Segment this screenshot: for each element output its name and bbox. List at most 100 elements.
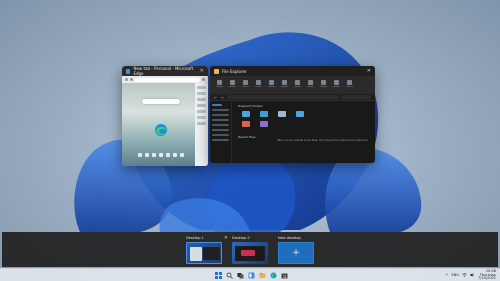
quick-link-tile[interactable] — [159, 153, 163, 157]
search-field[interactable] — [341, 95, 371, 99]
close-icon[interactable]: ✕ — [200, 68, 204, 74]
input-language-indicator[interactable]: ENG — [452, 273, 460, 277]
forward-arrow-icon[interactable]: → — [220, 95, 223, 100]
system-tray: ^ ENG 10:08 Thursday 7/15/2021 — [445, 269, 496, 281]
ribbon-button[interactable] — [345, 80, 354, 90]
wifi-icon[interactable] — [462, 273, 468, 278]
desktop-folder-icon[interactable] — [242, 111, 250, 117]
music-folder-icon[interactable] — [242, 121, 250, 127]
nav-item[interactable] — [212, 119, 229, 121]
explorer-content: Frequent folders Recent files After you'… — [232, 101, 375, 163]
ribbon-button[interactable] — [267, 80, 276, 90]
ribbon-button[interactable] — [228, 80, 237, 90]
quick-link-tile[interactable] — [152, 153, 156, 157]
ribbon-button[interactable] — [332, 80, 341, 90]
feed-item[interactable] — [197, 86, 206, 89]
desktop-1-preview[interactable] — [186, 242, 222, 264]
nav-item[interactable] — [212, 129, 229, 131]
ribbon-button[interactable] — [293, 80, 302, 90]
mini-window-content — [241, 250, 255, 256]
feed-item[interactable] — [197, 104, 206, 107]
store-icon[interactable] — [281, 272, 288, 279]
ribbon-button[interactable] — [241, 80, 250, 90]
explorer-ribbon — [210, 76, 375, 94]
folder-icon — [214, 68, 219, 74]
quick-link-tile[interactable] — [166, 153, 170, 157]
quick-links — [138, 153, 184, 157]
edge-titlebar[interactable]: New tab - Personal - Microsoft Edge ✕ — [122, 66, 208, 76]
new-desktop-label: New desktop — [278, 236, 301, 240]
taskbar-pinned-apps — [215, 272, 288, 279]
address-bar[interactable] — [135, 77, 200, 82]
documents-folder-icon[interactable] — [278, 111, 286, 117]
desktop-1-label: Desktop 1 — [186, 236, 204, 240]
nav-item[interactable] — [212, 134, 229, 136]
search-icon[interactable] — [226, 272, 233, 279]
nav-item[interactable] — [212, 139, 229, 141]
new-desktop-tile[interactable]: + — [278, 242, 314, 264]
edge-window-title: New tab - Personal - Microsoft Edge — [133, 66, 194, 76]
ribbon-button[interactable] — [215, 80, 224, 90]
task-view-desktop-strip: Desktop 1 ✕ Desktop 2 New desktop + — [2, 232, 498, 267]
desktop-2-preview[interactable] — [232, 242, 268, 264]
mini-window — [190, 247, 202, 261]
nav-item[interactable] — [212, 124, 229, 126]
feed-item[interactable] — [197, 122, 206, 125]
back-icon[interactable] — [125, 78, 128, 81]
web-search-box[interactable] — [142, 99, 180, 104]
downloads-folder-icon[interactable] — [260, 111, 268, 117]
frequent-folders-row-2 — [242, 121, 369, 127]
nav-item[interactable] — [212, 104, 222, 106]
explorer-window-title: File Explorer — [222, 68, 247, 74]
quick-link-tile[interactable] — [173, 153, 177, 157]
plus-icon: + — [292, 247, 300, 258]
edge-toolbar — [122, 76, 208, 83]
edge-icon[interactable] — [270, 272, 277, 279]
edge-feed-sidebar — [195, 83, 208, 166]
path-field[interactable] — [226, 95, 338, 99]
ribbon-button[interactable] — [306, 80, 315, 90]
new-tab-page — [122, 83, 195, 166]
frequent-folders-heading: Frequent folders — [238, 104, 263, 108]
feed-item[interactable] — [197, 110, 206, 113]
ribbon-button[interactable] — [280, 80, 289, 90]
videos-folder-icon[interactable] — [260, 121, 268, 127]
close-icon[interactable]: ✕ — [367, 68, 371, 74]
settings-icon[interactable] — [202, 78, 205, 81]
nav-item[interactable] — [212, 114, 229, 116]
explorer-address-bar: ← → — [210, 94, 375, 101]
widgets-icon[interactable] — [248, 272, 255, 279]
frequent-folders — [242, 111, 369, 117]
edge-logo-icon — [155, 124, 167, 136]
recent-files-empty-message: After you've opened some files, we'll sh… — [277, 139, 369, 142]
volume-icon[interactable] — [470, 273, 475, 278]
clock-date: 7/15/2021 — [478, 276, 496, 281]
desktop-2-thumbnail[interactable]: Desktop 2 — [232, 236, 268, 264]
clock[interactable]: 10:08 Thursday 7/15/2021 — [478, 269, 496, 281]
desktop-2-label: Desktop 2 — [232, 236, 250, 240]
refresh-icon[interactable] — [130, 78, 133, 81]
back-arrow-icon[interactable]: ← — [214, 95, 217, 100]
windows-start-icon[interactable] — [215, 272, 222, 279]
edge-window[interactable]: New tab - Personal - Microsoft Edge ✕ — [122, 66, 208, 166]
feed-item[interactable] — [197, 116, 206, 119]
ribbon-button[interactable] — [319, 80, 328, 90]
edge-icon — [126, 68, 131, 74]
file-explorer-window[interactable]: File Explorer ✕ ← → Frequent folders Rec… — [210, 66, 375, 163]
task-view-icon[interactable] — [237, 272, 244, 279]
quick-link-tile[interactable] — [138, 153, 142, 157]
feed-item[interactable] — [197, 98, 206, 101]
ribbon-button[interactable] — [254, 80, 263, 90]
desktop-1-thumbnail[interactable]: Desktop 1 — [186, 236, 222, 264]
navigation-pane — [210, 101, 232, 163]
feed-item[interactable] — [197, 92, 206, 95]
nav-item[interactable] — [212, 109, 229, 111]
close-desktop-icon[interactable]: ✕ — [224, 236, 228, 241]
explorer-titlebar[interactable]: File Explorer ✕ — [210, 66, 375, 76]
pictures-folder-icon[interactable] — [296, 111, 304, 117]
quick-link-tile[interactable] — [145, 153, 149, 157]
show-hidden-icons-icon[interactable]: ^ — [445, 273, 448, 278]
file-explorer-icon[interactable] — [259, 272, 266, 279]
new-desktop-button[interactable]: New desktop + — [278, 236, 314, 264]
quick-link-tile[interactable] — [180, 153, 184, 157]
